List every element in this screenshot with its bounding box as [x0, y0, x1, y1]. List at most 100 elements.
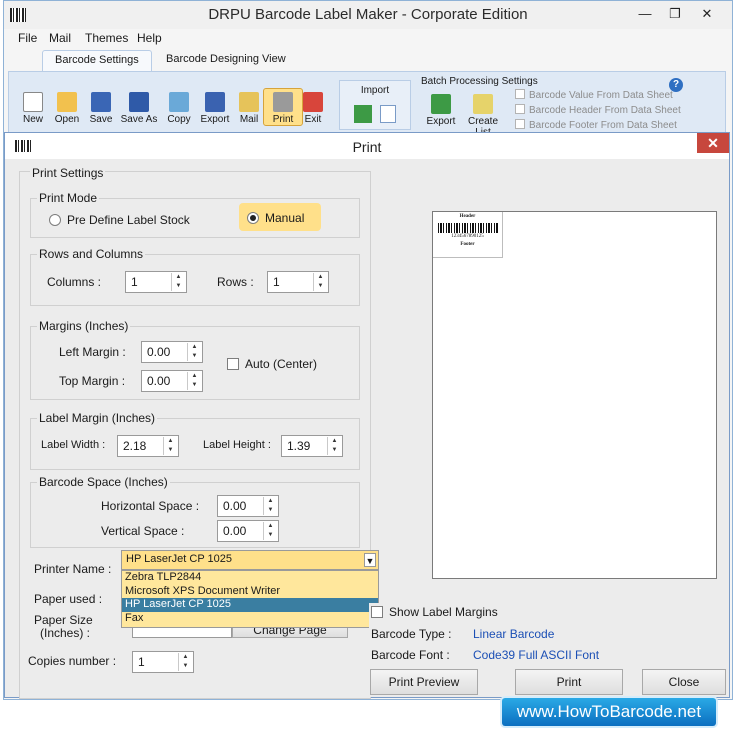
print-dialog-titlebar: Print ✕: [5, 133, 729, 159]
tab-barcode-designing-view[interactable]: Barcode Designing View: [154, 50, 298, 71]
spinner-arrows[interactable]: ▲ ▼: [327, 437, 341, 455]
spinner-arrows[interactable]: ▲ ▼: [313, 273, 327, 291]
check-value-from-sheet[interactable]: Barcode Value From Data Sheet: [515, 89, 673, 101]
menu-bar: File Mail Themes Help: [4, 29, 732, 47]
exit-icon: [303, 92, 323, 112]
show-label-margins-checkbox[interactable]: Show Label Margins: [371, 605, 498, 619]
spinner-arrows[interactable]: ▲ ▼: [163, 437, 177, 455]
spinner-arrows[interactable]: ▲ ▼: [187, 343, 201, 361]
spinner-arrows[interactable]: ▲ ▼: [171, 273, 185, 291]
left-margin-spinner[interactable]: 0.00 ▲ ▼: [141, 341, 203, 363]
save-button[interactable]: Save: [81, 92, 121, 125]
import-file-icon[interactable]: [380, 105, 396, 123]
checkbox-icon: [371, 606, 383, 618]
check-footer-from-sheet[interactable]: Barcode Footer From Data Sheet: [515, 119, 677, 131]
open-folder-icon: [57, 92, 77, 112]
printer-name-select[interactable]: HP LaserJet CP 1025 ▼: [121, 550, 379, 570]
maximize-button[interactable]: ❐: [662, 4, 688, 24]
barcode-type-label: Barcode Type :: [371, 627, 452, 641]
barcode-space-title: Barcode Space (Inches): [37, 475, 170, 489]
top-margin-label: Top Margin :: [59, 374, 126, 388]
label-width-spinner[interactable]: 2.18 ▲ ▼: [117, 435, 179, 457]
margins-title: Margins (Inches): [37, 319, 131, 333]
auto-center-checkbox[interactable]: Auto (Center): [227, 357, 317, 371]
label-margin-title: Label Margin (Inches): [37, 411, 158, 425]
printer-icon: [273, 92, 293, 112]
spinner-arrows[interactable]: ▲ ▼: [178, 653, 192, 671]
tab-row: Barcode Settings Barcode Designing View: [4, 47, 732, 71]
save-disk-icon: [91, 92, 111, 112]
label-width-label: Label Width :: [41, 439, 106, 451]
preview-barcode-number: 1234567890125: [451, 234, 484, 239]
paper-used-label: Paper used :: [34, 592, 103, 606]
export-label: Export: [200, 114, 230, 125]
horizontal-space-label: Horizontal Space :: [101, 499, 200, 513]
label-height-spinner[interactable]: 1.39 ▲ ▼: [281, 435, 343, 457]
printer-options-list: Zebra TLP2844 Microsoft XPS Document Wri…: [121, 570, 379, 628]
preview-footer: Footer: [460, 242, 475, 247]
printer-name-label: Printer Name :: [34, 562, 112, 576]
radio-icon: [49, 214, 61, 226]
help-icon[interactable]: ?: [669, 78, 683, 92]
tab-barcode-settings[interactable]: Barcode Settings: [42, 50, 152, 71]
spinner-arrows[interactable]: ▲ ▼: [187, 372, 201, 390]
print-mode-title: Print Mode: [37, 191, 100, 205]
copies-number-label: Copies number :: [28, 654, 117, 668]
menu-mail[interactable]: Mail: [49, 31, 71, 45]
spinner-arrows[interactable]: ▲ ▼: [263, 522, 277, 540]
open-label: Open: [54, 114, 80, 125]
spinner-arrows[interactable]: ▲ ▼: [263, 497, 277, 515]
close-window-button[interactable]: ✕: [694, 4, 720, 24]
dialog-close-button[interactable]: ✕: [697, 133, 729, 153]
barcode-bars: [437, 223, 498, 233]
barcode-font-value: Code39 Full ASCII Font: [473, 648, 600, 662]
app-title: DRPU Barcode Label Maker - Corporate Edi…: [208, 6, 528, 23]
menu-help[interactable]: Help: [137, 31, 162, 45]
check-header-from-sheet[interactable]: Barcode Header From Data Sheet: [515, 104, 681, 116]
print-settings-title: Print Settings: [30, 166, 106, 180]
preview-header: Header: [459, 214, 476, 219]
exit-button[interactable]: Exit: [293, 92, 333, 125]
print-preview-page: Header 1234567890125 Footer: [432, 211, 717, 579]
mail-label: Mail: [239, 114, 259, 125]
printer-option[interactable]: Fax: [122, 612, 378, 626]
chevron-down-icon[interactable]: ▼: [364, 553, 376, 567]
paper-size-label: Paper Size: [34, 613, 93, 627]
rows-columns-title: Rows and Columns: [37, 247, 146, 261]
copies-spinner[interactable]: 1 ▲ ▼: [132, 651, 194, 673]
top-margin-spinner[interactable]: 0.00 ▲ ▼: [141, 370, 203, 392]
close-button[interactable]: Close: [642, 669, 726, 695]
export-icon: [205, 92, 225, 112]
columns-label: Columns :: [47, 275, 102, 289]
copy-icon: [169, 92, 189, 112]
print-button[interactable]: Print: [515, 669, 623, 695]
print-label: Print: [272, 114, 294, 125]
batch-export-label: Export: [426, 116, 456, 127]
copy-button[interactable]: Copy: [159, 92, 199, 125]
print-dialog-title: Print: [352, 139, 382, 155]
menu-file[interactable]: File: [18, 31, 37, 45]
label-margin-group: Label Margin (Inches) Label Width : 2.18…: [30, 411, 360, 470]
paper-size-unit-label: (Inches) :: [40, 626, 91, 640]
save-as-label: Save As: [120, 114, 158, 125]
printer-option-selected[interactable]: HP LaserJet CP 1025: [122, 598, 378, 612]
new-document-icon: [23, 92, 43, 112]
horizontal-space-spinner[interactable]: 0.00 ▲ ▼: [217, 495, 279, 517]
copy-label: Copy: [167, 114, 191, 125]
vertical-space-spinner[interactable]: 0.00 ▲ ▼: [217, 520, 279, 542]
print-preview-button[interactable]: Print Preview: [370, 669, 478, 695]
rows-columns-group: Rows and Columns Columns : 1 ▲ ▼ Rows : 1 ▲…: [30, 247, 360, 306]
printer-option[interactable]: Microsoft XPS Document Writer: [122, 585, 378, 599]
printer-option[interactable]: Zebra TLP2844: [122, 571, 378, 585]
website-watermark: www.HowToBarcode.net: [502, 698, 716, 726]
save-as-button[interactable]: Save As: [119, 92, 159, 125]
menu-themes[interactable]: Themes: [85, 31, 128, 45]
columns-spinner[interactable]: 1 ▲ ▼: [125, 271, 187, 293]
batch-export-button[interactable]: Export: [421, 94, 461, 127]
import-group: Import: [339, 80, 411, 130]
manual-radio[interactable]: Manual: [239, 203, 321, 231]
predefined-label-stock-radio[interactable]: Pre Define Label Stock: [49, 213, 190, 227]
rows-spinner[interactable]: 1 ▲ ▼: [267, 271, 329, 293]
minimize-button[interactable]: —: [632, 4, 658, 24]
import-excel-icon[interactable]: [354, 105, 372, 123]
